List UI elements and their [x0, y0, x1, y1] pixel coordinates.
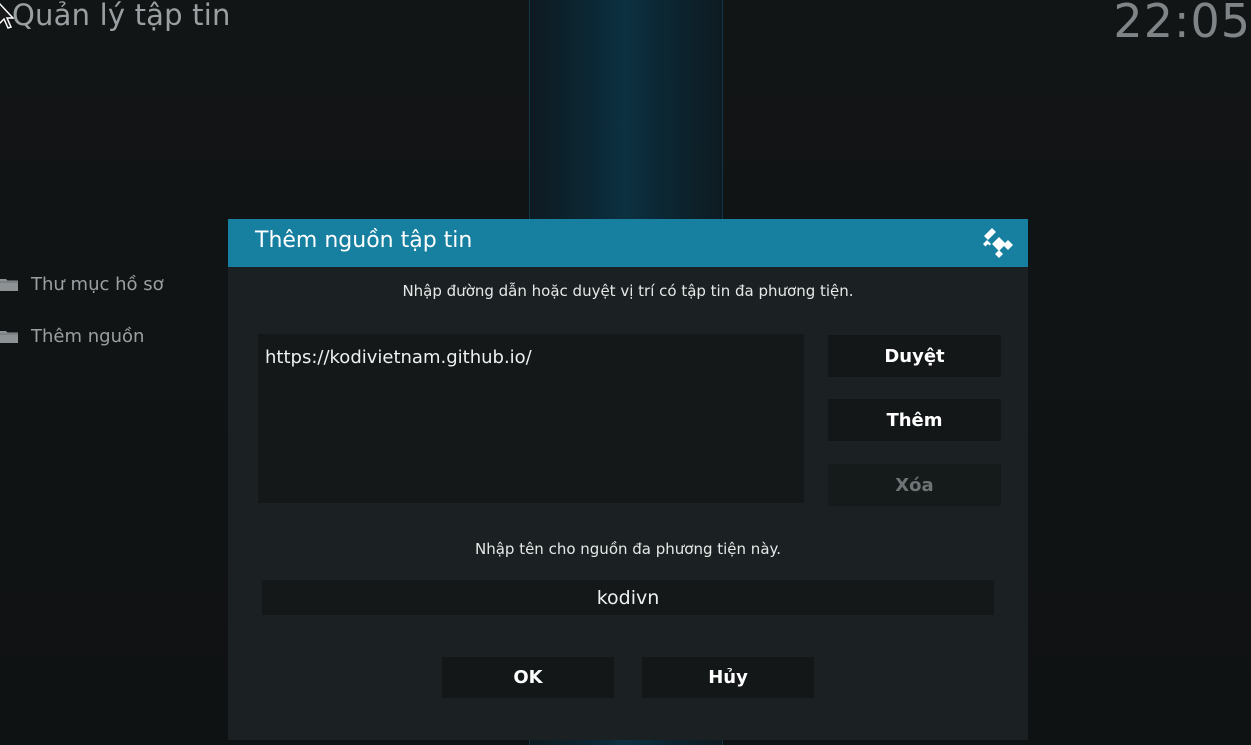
sidebar-item-label: Thêm nguồn: [31, 325, 145, 347]
clock: 22:05: [1113, 0, 1251, 48]
remove-button[interactable]: Xóa: [828, 464, 1001, 506]
page-title: Quản lý tập tin: [12, 0, 231, 32]
folder-icon: [0, 331, 18, 343]
sidebar-list: Thư mục hồ sơ Thêm nguồn: [0, 268, 225, 372]
dialog-title: Thêm nguồn tập tin: [255, 228, 473, 253]
sidebar-item-profile-folder[interactable]: Thư mục hồ sơ: [0, 268, 225, 300]
source-name-field[interactable]: kodivn: [262, 580, 994, 615]
cancel-button[interactable]: Hủy: [642, 657, 814, 698]
sidebar-item-add-source[interactable]: Thêm nguồn: [0, 320, 225, 352]
path-hint: Nhập đường dẫn hoặc duyệt vị trí có tập …: [402, 282, 854, 300]
kodi-logo-icon: [983, 228, 1013, 258]
path-list[interactable]: https://kodivietnam.github.io/: [258, 334, 804, 503]
add-button[interactable]: Thêm: [828, 399, 1001, 441]
kodi-screen: Quản lý tập tin 22:05 Thư mục hồ sơ Thêm…: [0, 0, 1251, 745]
name-hint: Nhập tên cho nguồn đa phương tiện này.: [474, 540, 782, 558]
path-entry[interactable]: https://kodivietnam.github.io/: [265, 347, 532, 368]
dialog-header: Thêm nguồn tập tin: [228, 219, 1028, 267]
ok-button[interactable]: OK: [442, 657, 614, 698]
folder-icon: [0, 279, 18, 291]
add-source-dialog: Thêm nguồn tập tin Nhập đường dẫn hoặc d…: [228, 219, 1028, 740]
browse-button[interactable]: Duyệt: [828, 335, 1001, 377]
sidebar-item-label: Thư mục hồ sơ: [31, 273, 164, 295]
